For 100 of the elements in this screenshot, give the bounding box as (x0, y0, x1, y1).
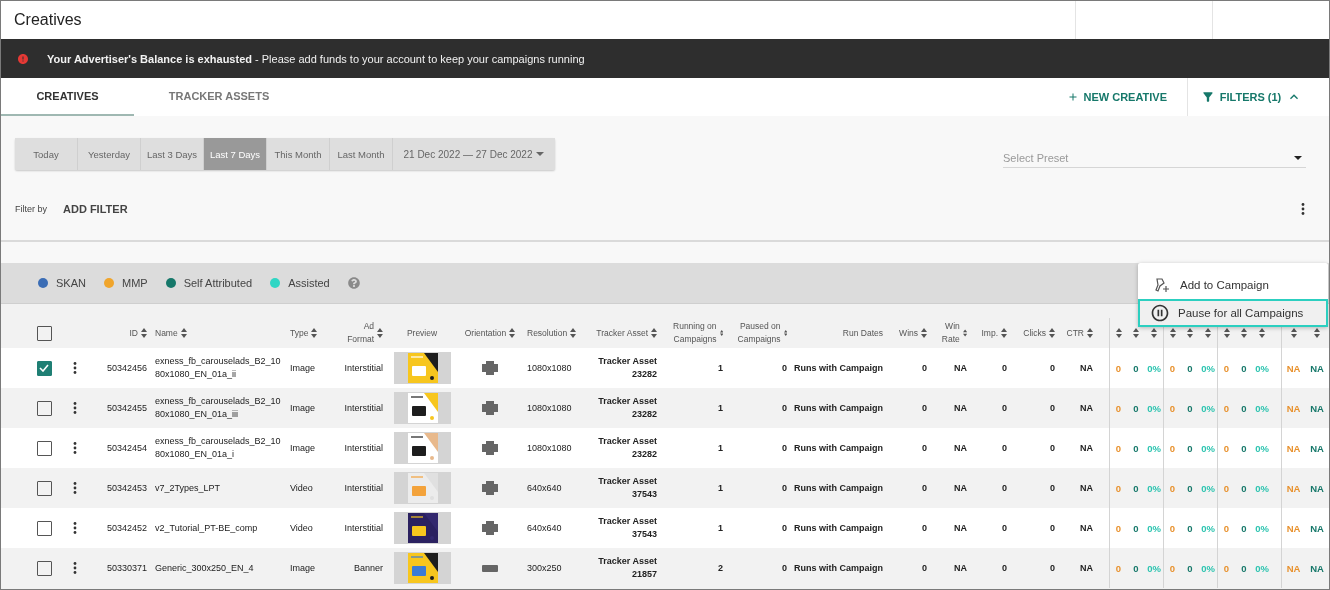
sort-icon[interactable] (1169, 328, 1176, 338)
sort-icon[interactable] (1133, 328, 1139, 338)
help-icon[interactable] (347, 277, 360, 289)
more-icon[interactable] (73, 442, 77, 454)
running-cell: 1 (718, 481, 723, 495)
date-range-button[interactable]: Last 7 Days (204, 138, 267, 170)
column-header: Running on Campaigns (672, 320, 717, 346)
ctr-cell: NA (1080, 361, 1093, 375)
resolution-cell: 1080x1080 (527, 441, 572, 455)
more-icon[interactable] (73, 402, 77, 414)
dropdown-icon (1294, 155, 1302, 160)
menu-item[interactable]: Add to Campaign (1138, 271, 1328, 299)
win-rate-cell: NA (954, 481, 967, 495)
more-icon[interactable] (73, 362, 77, 374)
paused-cell: 0 (782, 561, 787, 575)
date-range-button[interactable]: Yesterday (78, 138, 141, 170)
metric-value: 0% (1201, 522, 1215, 534)
metric-value: 0% (1201, 442, 1215, 454)
sort-icon[interactable] (377, 328, 383, 338)
metric-value: 0% (1255, 362, 1269, 374)
win-rate-cell: NA (954, 441, 967, 455)
more-icon[interactable] (73, 482, 77, 494)
preset-select[interactable]: Select Preset (1003, 148, 1306, 168)
column-header: Type (290, 326, 309, 340)
sort-icon[interactable] (1241, 328, 1247, 338)
checkbox[interactable] (36, 325, 52, 341)
metric-value: 0% (1147, 402, 1161, 414)
menu-item[interactable]: Pause for all Campaigns (1138, 299, 1328, 327)
run-dates-cell: Runs with Campaign (794, 481, 883, 495)
running-cell: 1 (718, 361, 723, 375)
sort-icon[interactable] (1049, 328, 1055, 338)
sort-icon[interactable] (311, 328, 318, 338)
run-dates-cell: Runs with Campaign (794, 521, 883, 535)
format-cell: Interstitial (344, 521, 383, 535)
metric-value: 0% (1255, 482, 1269, 494)
sort-icon[interactable] (509, 328, 516, 338)
sort-icon[interactable] (570, 328, 577, 338)
wins-cell: 0 (922, 481, 927, 495)
column-header: Wins (899, 326, 918, 340)
win-rate-cell: NA (954, 401, 967, 415)
type-cell: Image (290, 401, 315, 415)
add-filter-button[interactable]: ADD FILTER (63, 203, 128, 215)
metric-value: NA (1310, 362, 1324, 374)
sort-icon[interactable] (1001, 328, 1007, 338)
tracker-asset-cell-text: Tracker Asset 23282 (597, 395, 657, 421)
resolution-cell: 1080x1080 (527, 361, 572, 375)
column-header: Run Dates (842, 326, 883, 340)
format-cell: Interstitial (344, 401, 383, 415)
date-range-button[interactable]: Last Month (330, 138, 393, 170)
clicks-cell: 0 (1050, 521, 1055, 535)
checkbox[interactable] (36, 400, 52, 416)
column-header: Name (155, 326, 178, 340)
date-range-button[interactable]: Today (15, 138, 78, 170)
filters-button[interactable]: FILTERS (1) (1187, 78, 1329, 116)
ctr-cell: NA (1080, 521, 1093, 535)
checkbox[interactable] (36, 440, 52, 456)
ctr-cell: NA (1080, 561, 1093, 575)
date-picker[interactable]: 21 Dec 2022 — 27 Dec 2022 (393, 138, 555, 170)
win-rate-cell: NA (954, 361, 967, 375)
sort-icon[interactable] (783, 328, 787, 338)
sort-icon[interactable] (1223, 328, 1230, 338)
sort-icon[interactable] (1314, 328, 1320, 338)
more-icon[interactable] (1301, 203, 1305, 215)
legend-label: Self Attributed (183, 277, 253, 289)
sort-icon[interactable] (180, 328, 187, 338)
wins-cell: 0 (922, 441, 927, 455)
sort-icon[interactable] (1151, 328, 1157, 338)
sort-icon[interactable] (719, 328, 723, 338)
checkbox[interactable] (36, 560, 52, 576)
more-icon[interactable] (73, 562, 77, 574)
sort-icon[interactable] (1087, 328, 1093, 338)
sort-icon[interactable] (1290, 328, 1297, 338)
impressions-cell: 0 (1002, 561, 1007, 575)
sort-icon[interactable] (1187, 328, 1193, 338)
metric-value: 0 (1115, 402, 1122, 414)
column-header: Resolution (527, 326, 568, 340)
metric-value: NA (1310, 522, 1324, 534)
checkbox[interactable] (36, 480, 52, 496)
checkbox[interactable] (36, 520, 52, 536)
sort-icon[interactable] (141, 328, 147, 338)
tracker-asset-cell-text: Tracker Asset 23282 (597, 355, 657, 381)
sort-icon[interactable] (921, 328, 927, 338)
win-rate-cell: NA (954, 561, 967, 575)
sort-icon[interactable] (1205, 328, 1211, 338)
legend-label: SKAN (56, 277, 86, 289)
date-range-button[interactable]: Last 3 Days (141, 138, 204, 170)
sort-icon[interactable] (651, 328, 657, 338)
sort-icon[interactable] (962, 328, 967, 338)
impressions-cell: 0 (1002, 521, 1007, 535)
sort-icon[interactable] (1259, 328, 1265, 338)
orientation-icon (482, 361, 498, 375)
more-icon[interactable] (73, 522, 77, 534)
sort-icon[interactable] (1115, 328, 1122, 338)
checkbox[interactable] (36, 360, 52, 376)
date-range-button[interactable]: This Month (267, 138, 330, 170)
new-creative-button[interactable]: NEW CREATIVE (1057, 78, 1187, 116)
metric-value: 0 (1187, 362, 1193, 374)
run-dates-cell: Runs with Campaign (794, 401, 883, 415)
wins-cell: 0 (922, 401, 927, 415)
metric-value: 0 (1115, 562, 1122, 574)
